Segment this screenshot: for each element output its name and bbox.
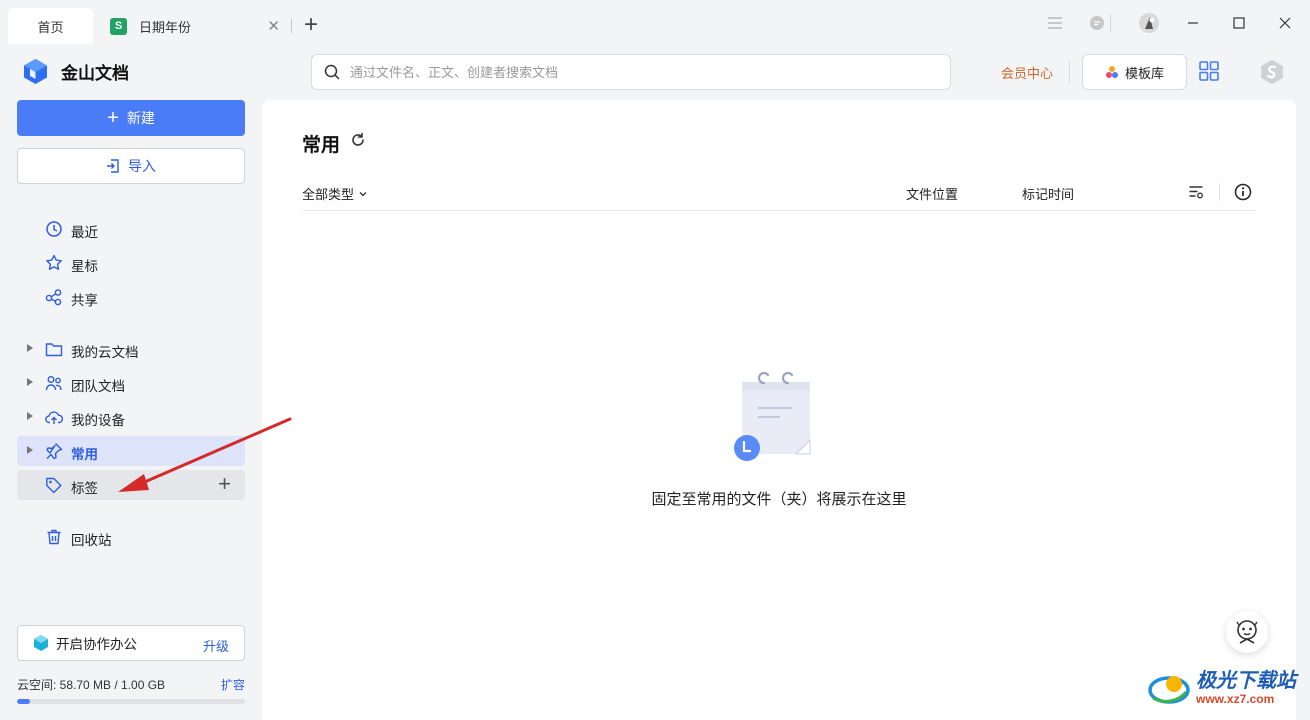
sidebar-item-starred[interactable]: 星标 [17,248,245,278]
tab-home[interactable]: 首页 [8,8,93,44]
watermark-url: www.xz7.com [1196,692,1275,706]
info-icon[interactable] [1234,183,1252,201]
sidebar-item-my-cloud-docs[interactable]: 我的云文档 [17,334,245,364]
expand-arrow-icon[interactable] [27,344,33,352]
sidebar-item-trash[interactable]: 回收站 [17,522,245,552]
avatar[interactable] [1136,10,1162,36]
minimize-icon[interactable] [1180,10,1206,36]
sidebar-item-label: 星标 [71,259,98,274]
chevron-down-icon [359,191,367,196]
logo-icon [24,59,47,84]
empty-state-text: 固定至常用的文件（夹）将展示在这里 [651,491,907,508]
tag-icon [46,477,62,494]
cloud-upload-icon [45,411,63,424]
divider [1219,183,1220,201]
trash-icon [47,529,61,545]
maximize-icon[interactable] [1226,10,1252,36]
new-label: 新建 [126,110,155,126]
wps-brand-icon[interactable] [1259,59,1285,88]
search-input[interactable] [350,64,910,80]
app-logo[interactable]: 金山文档 [22,58,129,85]
filter-label: 全部类型 [302,187,355,202]
sidebar-item-label: 团队文档 [71,379,125,394]
import-label: 导入 [128,158,156,174]
sidebar-item-label: 最近 [71,225,98,240]
app-name: 金山文档 [61,64,129,83]
sidebar-item-team-docs[interactable]: 团队文档 [17,368,245,398]
expand-arrow-icon[interactable] [27,378,33,386]
add-tab-button[interactable]: + [304,12,318,38]
tab-label: 首页 [37,19,64,35]
sort-settings-icon[interactable] [1188,184,1204,200]
sidebar-item-label: 共享 [71,293,98,308]
sidebar-item-label: 常用 [71,447,98,462]
tab-label: 日期年份 [139,19,192,35]
expand-storage-link[interactable]: 扩容 [221,676,245,693]
close-window-icon[interactable] [1272,10,1298,36]
team-icon [45,376,62,391]
watermark-title: 极光下载站 [1196,670,1296,692]
main-panel: 常用 全部类型 文件位置 标记时间 固定至常用的文件（夹）将展示在这里 [262,100,1296,720]
spreadsheet-icon: S [110,17,127,35]
expand-arrow-icon[interactable] [27,446,33,454]
sidebar-item-label: 我的云文档 [71,345,139,360]
menu-icon[interactable] [1042,10,1068,36]
sidebar-item-recent[interactable]: 最近 [17,214,245,244]
collab-label: 开启协作办公 [56,637,137,652]
divider [1110,14,1111,32]
import-icon [107,159,119,173]
tab-divider [291,19,292,33]
template-label: 模板库 [1124,65,1164,81]
share-icon [45,289,62,306]
refresh-icon[interactable] [350,132,366,148]
apps-grid-icon[interactable] [1199,61,1219,84]
template-icon [1105,66,1118,78]
tab-document[interactable]: S 日期年份 ✕ [100,8,290,44]
type-filter-dropdown[interactable]: 全部类型 [302,184,368,203]
watermark-icon [1148,676,1190,704]
import-button[interactable]: 导入 [17,148,245,184]
upgrade-link[interactable]: 升级 [203,636,229,655]
template-library-button[interactable]: 模板库 [1082,54,1187,90]
empty-state-illustration [734,371,811,461]
storage-info: 云空间: 58.70 MB / 1.00 GB 扩容 [17,676,245,693]
storage-progress-fill [17,699,30,704]
sidebar-item-shared[interactable]: 共享 [17,282,245,312]
page-title: 常用 [302,135,341,156]
folder-icon [45,343,63,357]
message-icon[interactable] [1084,10,1110,36]
assistant-avatar-icon[interactable] [1226,611,1268,653]
title-bar: 首页 S 日期年份 ✕ + [0,0,1310,44]
collab-icon [34,635,48,651]
vip-center-link[interactable]: 会员中心 [1001,63,1053,82]
storage-progress-bar [17,699,245,704]
storage-text: 云空间: 58.70 MB / 1.00 GB [17,678,166,692]
search-box[interactable] [311,54,951,90]
column-header-marked-time[interactable]: 标记时间 [1022,184,1074,203]
pin-icon [46,443,63,460]
star-icon [46,254,62,270]
plus-icon: + [107,107,119,129]
table-header-divider [302,210,1256,211]
sidebar-item-label: 标签 [71,481,98,496]
close-icon[interactable]: ✕ [267,17,280,35]
new-button[interactable]: + 新建 [17,100,245,136]
sidebar-item-label: 回收站 [71,533,112,548]
column-header-location[interactable]: 文件位置 [906,184,958,203]
collab-office-banner[interactable]: 开启协作办公 升级 [17,625,245,661]
search-icon [324,64,340,80]
clock-icon [46,221,62,237]
expand-arrow-icon[interactable] [27,412,33,420]
watermark-logo: 极光下载站 www.xz7.com [1148,668,1296,708]
annotation-arrow [118,417,292,492]
divider [1069,60,1070,84]
